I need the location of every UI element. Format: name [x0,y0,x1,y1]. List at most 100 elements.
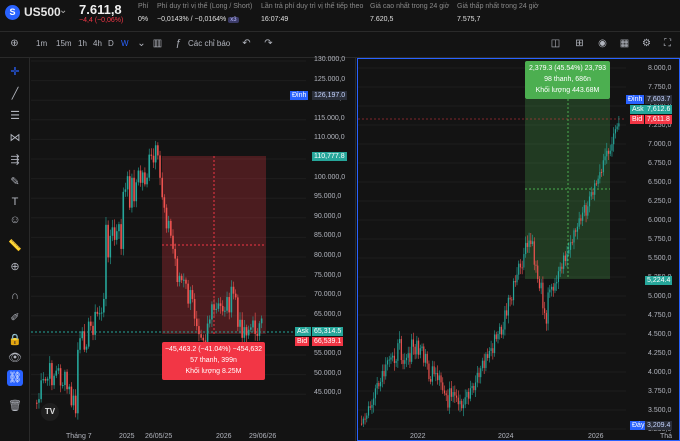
add-icon[interactable]: ⊕ [8,37,21,50]
candle [454,385,456,404]
interval-15m[interactable]: 15m [56,39,72,48]
chart-panel-right[interactable]: 8.000,07.750,07.500,07.250,07.000,06.750… [357,58,680,441]
candle [457,390,459,411]
candle [411,333,413,365]
link-icon[interactable]: ⛓ [7,370,23,386]
fullscreen-icon[interactable]: ⛶ [661,37,674,50]
left-candle-chart[interactable] [31,58,356,441]
candle [445,390,447,402]
layout-icon[interactable]: ◫ [549,37,562,50]
candle [133,169,135,208]
ruler-icon[interactable]: 📏 [7,238,23,254]
stat-next-swap-label: Lần trả phí duy trì vị thế tiếp theo [261,3,364,10]
candle [46,376,49,386]
candle [519,259,522,275]
measure-box-up: 2,379.3 (45.54%) 23,793 98 thanh, 686n K… [525,61,610,99]
candle-type-icon[interactable]: ▥ [151,37,164,50]
brush-icon[interactable]: ✎ [7,174,23,190]
pattern-icon[interactable]: ⋈ [7,130,23,146]
calendar-icon[interactable]: ▦ [618,37,631,50]
ask-tag-label: Ask [630,105,646,114]
candle [135,179,138,208]
indicators-button[interactable]: Các chỉ báo [188,39,230,48]
axis-tick-label: 100.000,0 [314,173,346,181]
text-icon[interactable]: T [7,194,23,210]
symbol-name[interactable]: US500 [24,5,61,19]
candle [57,364,60,375]
candle [447,389,449,411]
candle [369,401,371,410]
candle [59,364,62,393]
interval-w[interactable]: W [121,39,129,48]
bid-tag-label: Bid [295,337,310,346]
stat-swap-value: −0,0143% / −0,0164% x3 [157,16,239,23]
interval-1h[interactable]: 1h [78,39,87,48]
stat-next-swap-value: 16:07:49 [261,16,289,23]
date-tick-label: 2025 [119,433,135,440]
axis-tick-label: 80.000,0 [314,252,342,259]
trend-line-icon[interactable]: ╱ [7,86,23,102]
candle [512,278,515,306]
chart-toolbar: ⊕ 1m 15m 1h 4h D W ⌄ ▥ ƒ Các chỉ báo ↶ ↷… [0,32,680,58]
candle [120,218,122,255]
axis-tick-label: 50.000,0 [314,369,342,377]
redo-icon[interactable]: ↷ [262,37,275,50]
candle [170,218,172,239]
settings-icon[interactable]: ⚙ [640,37,653,50]
candle [428,360,430,382]
candle [85,344,88,353]
eye-icon[interactable]: 👁 [7,350,23,366]
candle [376,377,378,395]
axis-tick-label: 5.000,0 [648,293,672,300]
undo-icon[interactable]: ↶ [240,37,253,50]
axis-tick-label: 6.750,0 [648,160,672,167]
candle [53,373,55,389]
candle [144,167,146,187]
interval-4h[interactable]: 4h [93,39,102,48]
indicators-icon[interactable]: ƒ [172,37,185,50]
lock-icon[interactable]: 🔒 [7,332,23,348]
camera-icon[interactable]: ◉ [596,37,609,50]
date-tick-label: 2022 [410,433,426,440]
candle [131,173,133,213]
date-tick-label: 26/05/25 [145,433,173,440]
candle [417,337,420,359]
grid-layout-icon[interactable]: ⊞ [573,37,586,50]
candle [118,221,120,240]
projection-icon[interactable]: ⇶ [7,152,23,168]
candle [478,367,480,384]
fib-icon[interactable]: ☰ [7,108,23,124]
candle [400,335,402,365]
candle [40,373,42,403]
magnet-icon[interactable]: ∩ [7,288,23,304]
chevron-down-icon[interactable]: ⌄ [59,5,67,16]
candle [507,294,509,324]
stat-high-value: 7.620,5 [370,16,394,23]
zoom-in-icon[interactable]: ⊕ [7,259,23,275]
lock-drawings-icon[interactable]: ✐ [7,310,23,326]
bid-tag-label: Bid [630,115,645,124]
axis-tick-label: 4.000,0 [648,369,672,376]
crosshair-icon[interactable]: ✛ [7,64,23,80]
interval-1m[interactable]: 1m [36,39,47,48]
chevron-down-icon[interactable]: ⌄ [135,37,148,50]
axis-tick-label: 3.750,0 [648,388,672,395]
interval-d[interactable]: D [108,39,114,48]
candle [51,360,53,391]
candle [105,217,107,307]
candle [371,399,373,415]
candle [547,287,549,331]
candle [77,342,79,420]
symbol-header: S US500 ⌄ 7.611,8 −4,4 (−0,06%) Phí 0% P… [0,0,680,32]
candle [96,307,99,317]
trash-icon[interactable]: 🗑 [7,398,23,414]
candle [506,303,508,319]
emoji-icon[interactable]: ☺ [7,212,23,228]
candle [55,365,58,379]
chart-panel-left[interactable]: 130.000,0125.000,0120.000,0115.000,0110.… [31,56,356,441]
candle [126,171,129,197]
candle [124,182,127,197]
candle [409,346,411,368]
candle [497,330,499,344]
candle [421,343,423,352]
